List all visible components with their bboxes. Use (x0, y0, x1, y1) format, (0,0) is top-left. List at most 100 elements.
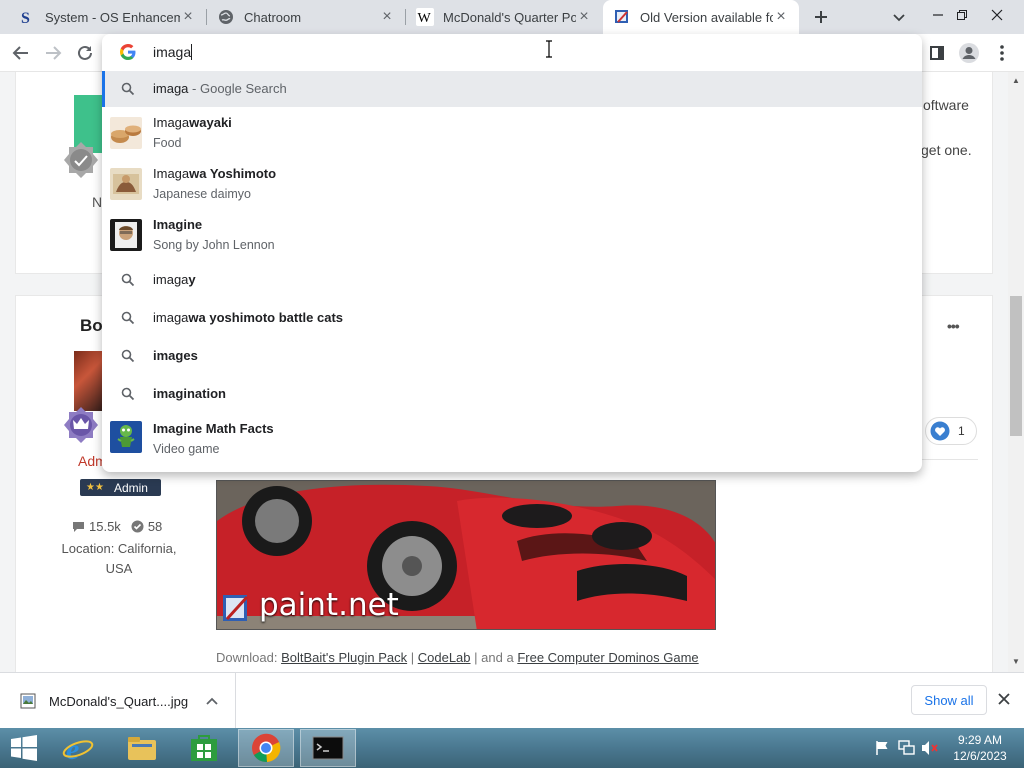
suggestion-subtitle: Video game (153, 442, 220, 456)
search-icon (118, 346, 138, 366)
tab-strip: S System - OS Enhancements × Chatroom × … (0, 0, 1024, 34)
suggestion-text: imaga - Google Search (153, 81, 287, 96)
address-bar[interactable]: imaga (102, 34, 922, 70)
game-thumbnail (110, 421, 142, 453)
flag-icon[interactable] (874, 740, 890, 756)
new-tab-button[interactable] (807, 3, 835, 31)
system-clock[interactable]: 9:29 AM 12/6/2023 (950, 732, 1010, 764)
show-all-button[interactable]: Show all (911, 685, 987, 715)
tab-title: Chatroom (244, 9, 302, 25)
windows-taskbar: e 9:29 AM 12/6/2023 (0, 728, 1024, 768)
tab-search-button[interactable] (885, 3, 913, 31)
chevron-up-icon[interactable] (206, 696, 218, 706)
separator: | (410, 650, 415, 665)
suggestion-title: Imagine (153, 217, 203, 232)
svg-text:W: W (418, 11, 432, 26)
file-explorer-icon[interactable] (114, 729, 170, 767)
author-name: Bo (80, 316, 103, 335)
food-thumbnail (110, 117, 142, 149)
rank-badge-icon (62, 141, 100, 179)
suggestion-search[interactable]: imagination (102, 376, 922, 412)
forward-button[interactable] (39, 39, 67, 67)
paintnet-logo-icon (221, 591, 251, 625)
clock-time: 9:29 AM (957, 733, 1003, 747)
close-icon[interactable]: × (773, 9, 789, 25)
like-button[interactable]: 1 (925, 417, 977, 445)
suggestion-search[interactable]: imagay (102, 262, 922, 298)
star-icon: ★★ (86, 482, 104, 493)
and-a-text: | and a (474, 650, 514, 665)
codelab-link[interactable]: CodeLab (418, 650, 471, 665)
reload-button[interactable] (71, 39, 99, 67)
reputation-count: 58 (147, 519, 163, 534)
search-icon (118, 79, 138, 99)
suggestion-search[interactable]: images (102, 338, 922, 374)
windows-store-icon[interactable] (176, 729, 232, 767)
tab-mcdonalds[interactable]: W McDonald's Quarter Pounder × (406, 0, 602, 34)
suggestion-text: imagawa yoshimoto battle cats (153, 310, 344, 325)
google-icon (119, 43, 137, 61)
start-button[interactable] (0, 729, 48, 767)
side-panel-icon[interactable] (923, 39, 951, 67)
page-scrollbar[interactable]: ▲ ▼ (1008, 72, 1024, 672)
check-circle-icon (131, 520, 144, 533)
close-icon[interactable]: × (180, 9, 196, 25)
internet-explorer-icon[interactable]: e (50, 729, 106, 767)
volume-muted-icon[interactable] (921, 740, 939, 756)
admin-badge-label: Admin (113, 480, 148, 495)
menu-dots-icon[interactable] (988, 39, 1016, 67)
clock-date: 12/6/2023 (953, 749, 1007, 763)
posts-count: 15.5k (89, 519, 121, 534)
suggestion-entity[interactable]: Imagine Song by John Lennon (102, 211, 922, 259)
globe-icon (217, 8, 235, 26)
tab-title: McDonald's Quarter Pounder (443, 9, 576, 25)
author-location: Location: California, USA (61, 541, 177, 576)
tab-chatroom[interactable]: Chatroom × (207, 0, 405, 34)
svg-text:S: S (21, 10, 30, 25)
signature-links: Download: BoltBait's Plugin Pack | CodeL… (216, 650, 699, 665)
profile-avatar[interactable] (955, 39, 983, 67)
username-partial: N (92, 194, 103, 210)
download-bar: McDonald's_Quart....jpg Show all (0, 672, 1024, 729)
network-icon[interactable] (898, 740, 916, 756)
heart-icon (930, 421, 950, 441)
close-icon[interactable]: × (576, 9, 592, 25)
tab-title: Old Version available for (640, 9, 773, 25)
tab-old-version[interactable]: Old Version available for × (603, 0, 799, 34)
wikipedia-icon: W (416, 8, 434, 26)
suggestion-entity[interactable]: Imagawayaki Food (102, 109, 922, 157)
more-options-icon[interactable]: ••• (947, 318, 960, 334)
close-icon[interactable]: × (379, 9, 395, 25)
suggestion-text: imagay (153, 272, 196, 287)
suggestion-text: images (153, 348, 198, 363)
chrome-icon[interactable] (238, 729, 294, 767)
terminal-icon[interactable] (300, 729, 356, 767)
suggestion-title: Imagawa Yoshimoto (153, 166, 277, 181)
search-icon (118, 384, 138, 404)
plugin-pack-link[interactable]: BoltBait's Plugin Pack (281, 650, 407, 665)
close-download-bar-icon[interactable] (997, 692, 1015, 710)
suggestion-search[interactable]: imagawa yoshimoto battle cats (102, 300, 922, 336)
close-window-button[interactable] (974, 0, 1020, 30)
comment-icon (73, 521, 84, 532)
suggestion-search[interactable]: imaga - Google Search (102, 71, 922, 107)
dominos-game-link[interactable]: Free Computer Dominos Game (517, 650, 698, 665)
suggestion-title: Imagawayaki (153, 115, 232, 130)
suggestion-entity[interactable]: Imagawa Yoshimoto Japanese daimyo (102, 160, 922, 208)
song-thumbnail (110, 219, 142, 251)
back-button[interactable] (7, 39, 35, 67)
tab-system-os[interactable]: S System - OS Enhancements × (8, 0, 206, 34)
image-file-icon (20, 693, 36, 709)
suggestion-entity[interactable]: Imagine Math Facts Video game (102, 414, 922, 462)
post-text: oftware (923, 97, 969, 113)
site-s-icon: S (18, 8, 36, 26)
typed-text: imaga (153, 44, 192, 60)
scrollbar-thumb[interactable] (1010, 296, 1022, 436)
address-input[interactable]: imaga (153, 44, 193, 60)
download-item[interactable]: McDonald's_Quart....jpg (0, 673, 236, 729)
omnibox-dropdown: imaga imaga - Google Search Imagawayaki … (102, 34, 922, 472)
suggestion-text: imagination (153, 386, 226, 401)
paintnet-logo-text: paint.net (259, 587, 399, 623)
search-icon (118, 308, 138, 328)
suggestion-title: Imagine Math Facts (153, 421, 274, 436)
